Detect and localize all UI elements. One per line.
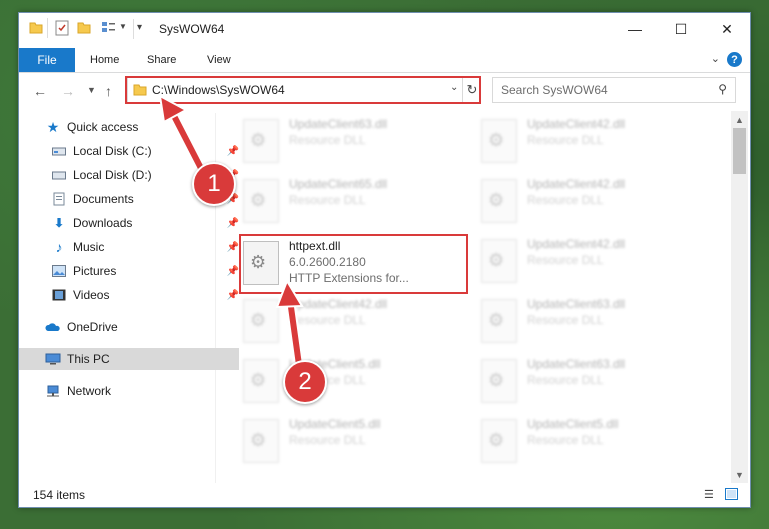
ribbon-tabs: File Home Share View ⌄ ? [19,48,750,73]
close-button[interactable]: ✕ [704,13,750,45]
nav-item-network[interactable]: Network [19,380,239,402]
dll-file-icon: ⚙ [481,299,517,343]
nav-item-videos[interactable]: Videos 📌 [19,284,245,306]
explorer-window: ▼ ▾ SysWOW64 — ☐ ✕ File Home Share View … [18,12,751,508]
folder-icon [29,20,43,36]
cloud-icon [45,320,61,334]
drive-icon [51,144,67,158]
nav-item-music[interactable]: ♪ Music 📌 [19,236,245,258]
chevron-down-icon[interactable]: ▼ [119,22,127,38]
file-item[interactable]: ⚙ UpdateClient65.dll Resource DLL [239,173,469,231]
dll-file-icon: ⚙ [481,419,517,463]
nav-item-local-disk-c[interactable]: Local Disk (C:) 📌 [19,140,245,162]
item-count: 154 items [33,488,86,502]
drive-icon [51,168,67,182]
file-item[interactable]: ⚙ UpdateClient5.dll Resource DLL [477,413,707,471]
dll-file-icon: ⚙ [481,119,517,163]
file-highlight-box [239,234,468,294]
details-view-icon[interactable]: ☰ [704,488,718,501]
file-item[interactable]: ⚙ UpdateClient42.dll Resource DLL [477,233,707,291]
dll-file-icon: ⚙ [243,359,279,403]
title-bar: ▼ ▾ SysWOW64 — ☐ ✕ [19,13,750,45]
chevron-down-icon[interactable]: ⌄ [711,52,720,65]
recent-locations-button[interactable]: ▼ [87,85,96,95]
help-button[interactable]: ? [727,52,742,67]
tab-share[interactable]: Share [147,54,176,66]
nav-item-pictures[interactable]: Pictures 📌 [19,260,245,282]
file-item[interactable]: ⚙ UpdateClient63.dll Resource DLL [477,293,707,351]
pictures-icon [51,264,67,278]
dll-file-icon: ⚙ [243,119,279,163]
back-button[interactable]: ← [33,83,47,99]
file-item[interactable]: ⚙ UpdateClient63.dll Resource DLL [477,353,707,411]
dll-file-icon: ⚙ [481,359,517,403]
tab-view[interactable]: View [207,54,231,66]
status-bar: 154 items ☰ [19,483,750,507]
dll-file-icon: ⚙ [243,179,279,223]
file-item[interactable]: ⚙ UpdateClient5.dll Resource DLL [239,353,469,411]
dll-file-icon: ⚙ [243,419,279,463]
computer-icon [45,352,61,366]
file-list: ⚙ UpdateClient63.dll Resource DLL ⚙ Updat… [217,111,731,483]
customize-toolbar-icon[interactable] [101,20,117,36]
forward-button[interactable]: → [61,83,75,99]
file-item[interactable]: ⚙ UpdateClient63.dll Resource DLL [239,113,469,171]
star-icon: ★ [46,118,60,135]
maximize-button[interactable]: ☐ [658,13,704,45]
file-item[interactable]: ⚙ UpdateClient42.dll Resource DLL [239,293,469,351]
nav-item-quick-access[interactable]: ★ Quick access [19,116,239,138]
large-icons-view-icon[interactable] [725,488,739,500]
documents-icon [51,192,67,206]
search-input[interactable]: Search SysWOW64 [501,83,608,97]
address-highlight-box [125,76,481,104]
nav-item-onedrive[interactable]: OneDrive [19,316,239,338]
vertical-scrollbar[interactable]: ▲ ▼ [731,111,748,483]
music-icon: ♪ [55,239,63,255]
dll-file-icon: ⚙ [243,299,279,343]
properties-icon[interactable] [55,20,69,36]
nav-item-this-pc[interactable]: This PC [19,348,239,370]
tab-file[interactable]: File [19,48,75,72]
step-1-badge: 1 [192,162,236,206]
search-icon[interactable]: ⚲ [718,82,727,96]
dll-file-icon: ⚙ [481,179,517,223]
window-title: SysWOW64 [159,22,225,36]
search-box[interactable]: Search SysWOW64 ⚲ [492,77,736,103]
file-item[interactable]: ⚙ UpdateClient5.dll Resource DLL [239,413,469,471]
nav-item-downloads[interactable]: ⬇ Downloads 📌 [19,212,245,234]
up-button[interactable]: ↑ [105,83,112,99]
file-item[interactable]: ⚙ UpdateClient42.dll Resource DLL [477,113,707,171]
network-icon [45,384,61,398]
file-item[interactable]: ⚙ UpdateClient42.dll Resource DLL [477,173,707,231]
scroll-up-icon[interactable]: ▲ [731,111,748,128]
new-folder-icon[interactable] [77,20,91,36]
videos-icon [51,288,67,302]
step-2-badge: 2 [283,360,327,404]
scrollbar-thumb[interactable] [733,128,746,174]
pin-toolbar-icon[interactable]: ▾ [137,22,142,38]
minimize-button[interactable]: — [612,13,658,45]
download-icon: ⬇ [53,216,65,230]
dll-file-icon: ⚙ [481,239,517,283]
scroll-down-icon[interactable]: ▼ [731,466,748,483]
navigation-pane: ★ Quick access Local Disk (C:) 📌 Local D… [19,113,239,483]
tab-home[interactable]: Home [90,54,119,66]
